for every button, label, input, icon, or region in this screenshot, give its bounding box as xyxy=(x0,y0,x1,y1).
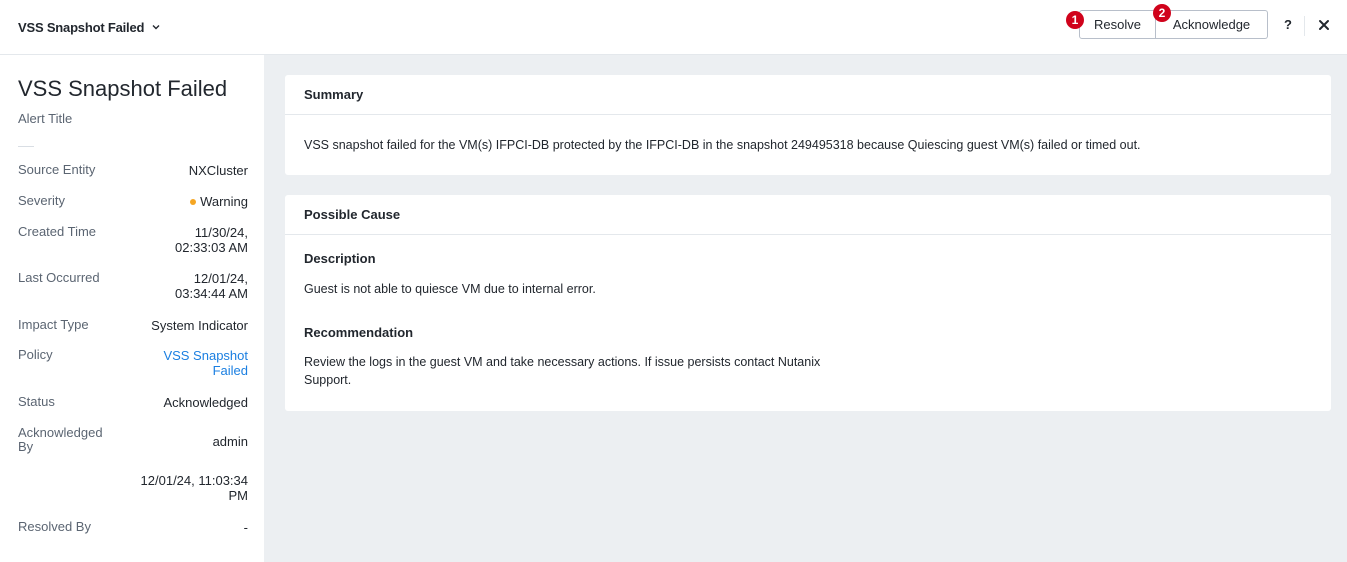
severity-value: Warning xyxy=(200,194,248,209)
property-label: Created Time xyxy=(18,224,97,239)
annotation-marker-2: 2 xyxy=(1153,4,1171,22)
header-title: VSS Snapshot Failed xyxy=(18,19,145,35)
value-line: 12/01/24, 11:03:34 xyxy=(140,473,248,488)
summary-card: Summary VSS snapshot failed for the VM(s… xyxy=(285,75,1331,175)
main-content: Summary VSS snapshot failed for the VM(s… xyxy=(264,55,1347,562)
property-label: Acknowledged By xyxy=(18,426,103,454)
annotation-marker-1: 1 xyxy=(1066,11,1084,29)
property-created-time: Created Time 11/30/24, 02:33:03 AM xyxy=(18,225,248,257)
value-line: 02:33:03 AM xyxy=(175,240,248,255)
warning-dot-icon xyxy=(190,199,197,205)
sidebar-title: VSS Snapshot Failed xyxy=(18,76,228,101)
help-icon[interactable]: ? xyxy=(1284,17,1292,32)
property-label: Last Occurred xyxy=(18,270,100,285)
close-icon[interactable] xyxy=(1318,19,1330,31)
resolve-button[interactable]: Resolve xyxy=(1079,10,1156,39)
description-text: Guest is not able to quiesce VM due to i… xyxy=(304,282,596,296)
possible-cause-heading: Possible Cause xyxy=(285,195,1331,235)
property-label: Source Entity xyxy=(18,162,96,177)
summary-heading: Summary xyxy=(285,75,1331,115)
sidebar-divider xyxy=(18,146,34,147)
property-acknowledged-time: 12/01/24, 11:03:34 PM xyxy=(18,473,248,505)
property-value: NXCluster xyxy=(188,163,248,178)
property-resolved-by: Resolved By - xyxy=(18,520,248,536)
property-last-occurred: Last Occurred 12/01/24, 03:34:44 AM xyxy=(18,271,248,303)
property-source-entity: Source Entity NXCluster xyxy=(18,163,248,179)
property-label: Severity xyxy=(18,193,65,208)
property-label: Impact Type xyxy=(18,317,89,332)
recommendation-heading: Recommendation xyxy=(304,325,414,340)
property-label: Policy xyxy=(18,347,53,362)
value-line: 11/30/24, xyxy=(194,225,248,240)
recommendation-line: Review the logs in the guest VM and take… xyxy=(304,355,821,369)
acknowledge-button[interactable]: Acknowledge xyxy=(1156,10,1268,39)
property-value: admin xyxy=(212,434,248,449)
property-value: 11/30/24, 02:33:03 AM xyxy=(175,225,248,255)
property-status: Status Acknowledged xyxy=(18,395,248,411)
header-bar: VSS Snapshot Failed Resolve Acknowledge … xyxy=(0,0,1347,55)
property-value: Acknowledged xyxy=(163,395,248,410)
alert-details-sidebar: VSS Snapshot Failed Alert Title Source E… xyxy=(0,55,264,562)
recommendation-text: Review the logs in the guest VM and take… xyxy=(304,353,864,389)
property-severity: Severity Warning xyxy=(18,194,248,210)
value-line: PM xyxy=(228,488,249,503)
property-value: - xyxy=(243,520,248,535)
property-impact-type: Impact Type System Indicator xyxy=(18,318,248,334)
policy-link[interactable]: VSS Snapshot Failed xyxy=(163,348,248,378)
value-line: VSS Snapshot xyxy=(163,348,248,363)
alert-title-dropdown[interactable]: VSS Snapshot Failed xyxy=(18,18,161,36)
value-line: 12/01/24, xyxy=(193,271,248,286)
action-button-group: Resolve Acknowledge xyxy=(1079,10,1268,39)
value-line: 03:34:44 AM xyxy=(175,286,248,301)
property-acknowledged-by: Acknowledged By admin xyxy=(18,426,248,458)
value-line: Failed xyxy=(212,363,248,378)
property-label: Status xyxy=(18,394,55,409)
sidebar-subtitle: Alert Title xyxy=(18,111,73,126)
recommendation-line: Support. xyxy=(304,373,352,387)
property-value: System Indicator xyxy=(151,318,248,333)
property-value: 12/01/24, 03:34:44 AM xyxy=(175,271,248,301)
label-line: By xyxy=(18,439,34,454)
label-line: Acknowledged xyxy=(18,425,103,440)
header-divider xyxy=(1304,16,1305,36)
property-value: 12/01/24, 11:03:34 PM xyxy=(141,473,248,503)
description-heading: Description xyxy=(304,251,376,266)
property-value: Warning xyxy=(190,194,248,209)
summary-text: VSS snapshot failed for the VM(s) IFPCI-… xyxy=(304,138,1141,152)
possible-cause-card: Possible Cause Description Guest is not … xyxy=(285,195,1331,411)
property-label: Resolved By xyxy=(18,519,91,534)
chevron-down-icon xyxy=(152,25,160,30)
property-policy: Policy VSS Snapshot Failed xyxy=(18,348,248,380)
